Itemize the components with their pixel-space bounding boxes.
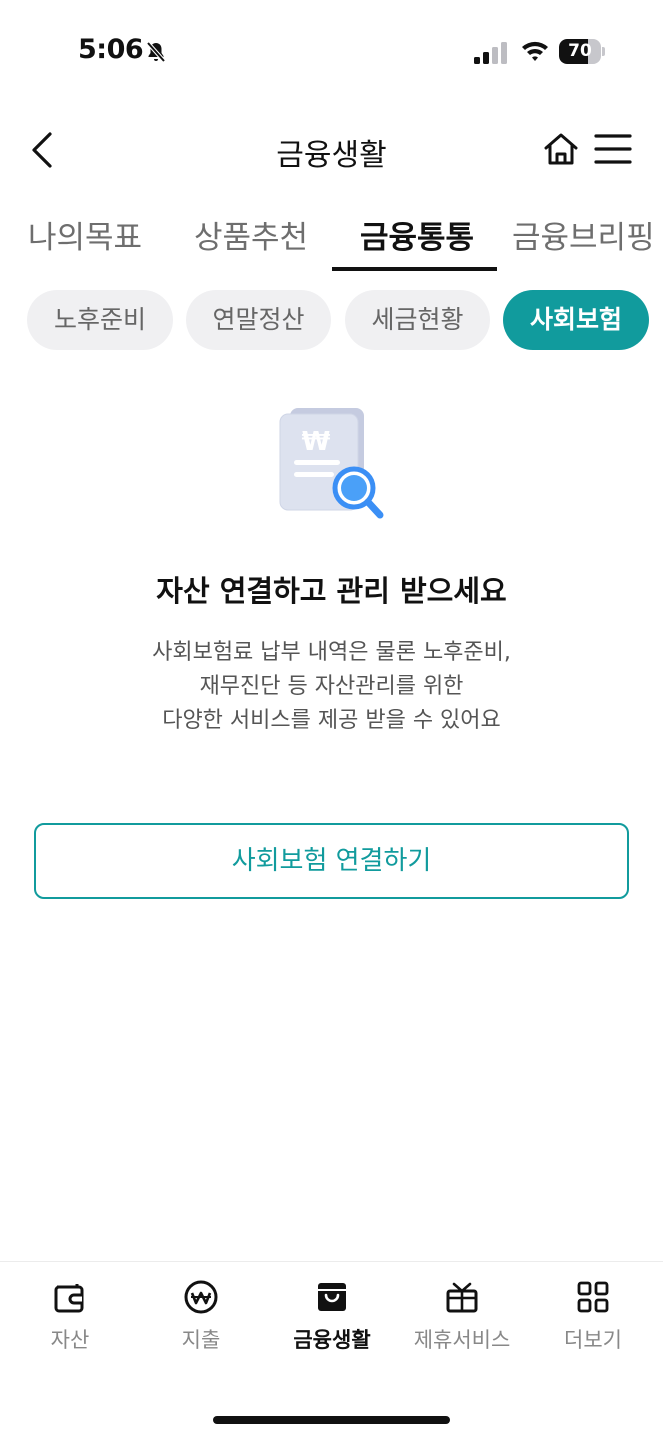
- document-search-icon: ₩: [279, 408, 384, 519]
- grid-icon: [577, 1281, 609, 1313]
- chip-tax-status[interactable]: 세금현황: [345, 290, 490, 350]
- cellular-signal-icon: [474, 42, 507, 64]
- active-tab-indicator: [332, 267, 497, 271]
- wallet-icon: [54, 1284, 84, 1313]
- home-indicator: [213, 1416, 450, 1424]
- chip-retirement[interactable]: 노후준비: [27, 290, 173, 350]
- description-line: 사회보험료 납부 내역은 물론 노후준비,: [152, 640, 511, 665]
- battery-icon: 70: [559, 39, 605, 64]
- chip-year-end-tax[interactable]: 연말정산: [186, 290, 331, 350]
- tab-finance-briefing[interactable]: 금융브리핑: [512, 212, 655, 257]
- home-icon[interactable]: [542, 130, 580, 168]
- app-header: 금융생활: [0, 112, 663, 188]
- nav-label: 더보기: [564, 1328, 622, 1352]
- battery-level: 70: [568, 41, 592, 61]
- nav-item-more[interactable]: 더보기: [527, 1278, 659, 1368]
- tab-my-goal[interactable]: 나의목표: [28, 212, 142, 257]
- won-circle-icon: [184, 1280, 218, 1314]
- tab-product-recommend[interactable]: 상품추천: [194, 212, 308, 257]
- empty-state-description: 사회보험료 납부 내역은 물론 노후준비, 재무진단 등 자산관리를 위한 다양…: [0, 636, 663, 738]
- main-tabs: 나의목표 상품추천 금융통통 금융브리핑: [0, 200, 663, 272]
- nav-label: 자산: [50, 1328, 90, 1352]
- status-time: 5:06: [78, 34, 144, 65]
- wifi-icon: [522, 41, 548, 61]
- description-line: 다양한 서비스를 제공 받을 수 있어요: [162, 708, 501, 733]
- nav-label: 지출: [181, 1328, 221, 1352]
- status-bar: 5:06 70: [0, 0, 663, 100]
- nav-item-financial-life[interactable]: 금융생활: [266, 1278, 398, 1368]
- connect-social-insurance-button[interactable]: 사회보험 연결하기: [34, 823, 629, 899]
- bell-muted-icon: [146, 41, 166, 63]
- gift-icon: [446, 1282, 478, 1313]
- nav-item-partner-services[interactable]: 제휴서비스: [396, 1278, 528, 1368]
- nav-item-assets[interactable]: 자산: [4, 1278, 136, 1368]
- svg-text:₩: ₩: [302, 427, 331, 457]
- bottom-nav: 자산 지출 금융생활 제휴서비스 더보기: [0, 1261, 663, 1440]
- menu-icon[interactable]: [594, 132, 632, 166]
- description-line: 재무진단 등 자산관리를 위한: [199, 674, 464, 699]
- nav-label: 금융생활: [293, 1328, 371, 1352]
- tab-finance-tongtong[interactable]: 금융통통: [360, 212, 474, 257]
- nav-item-spending[interactable]: 지출: [135, 1278, 267, 1368]
- chip-social-insurance[interactable]: 사회보험: [503, 290, 649, 350]
- empty-state-headline: 자산 연결하고 관리 받으세요: [156, 574, 507, 608]
- shopping-bag-icon: [318, 1283, 346, 1311]
- nav-label: 제휴서비스: [413, 1328, 511, 1352]
